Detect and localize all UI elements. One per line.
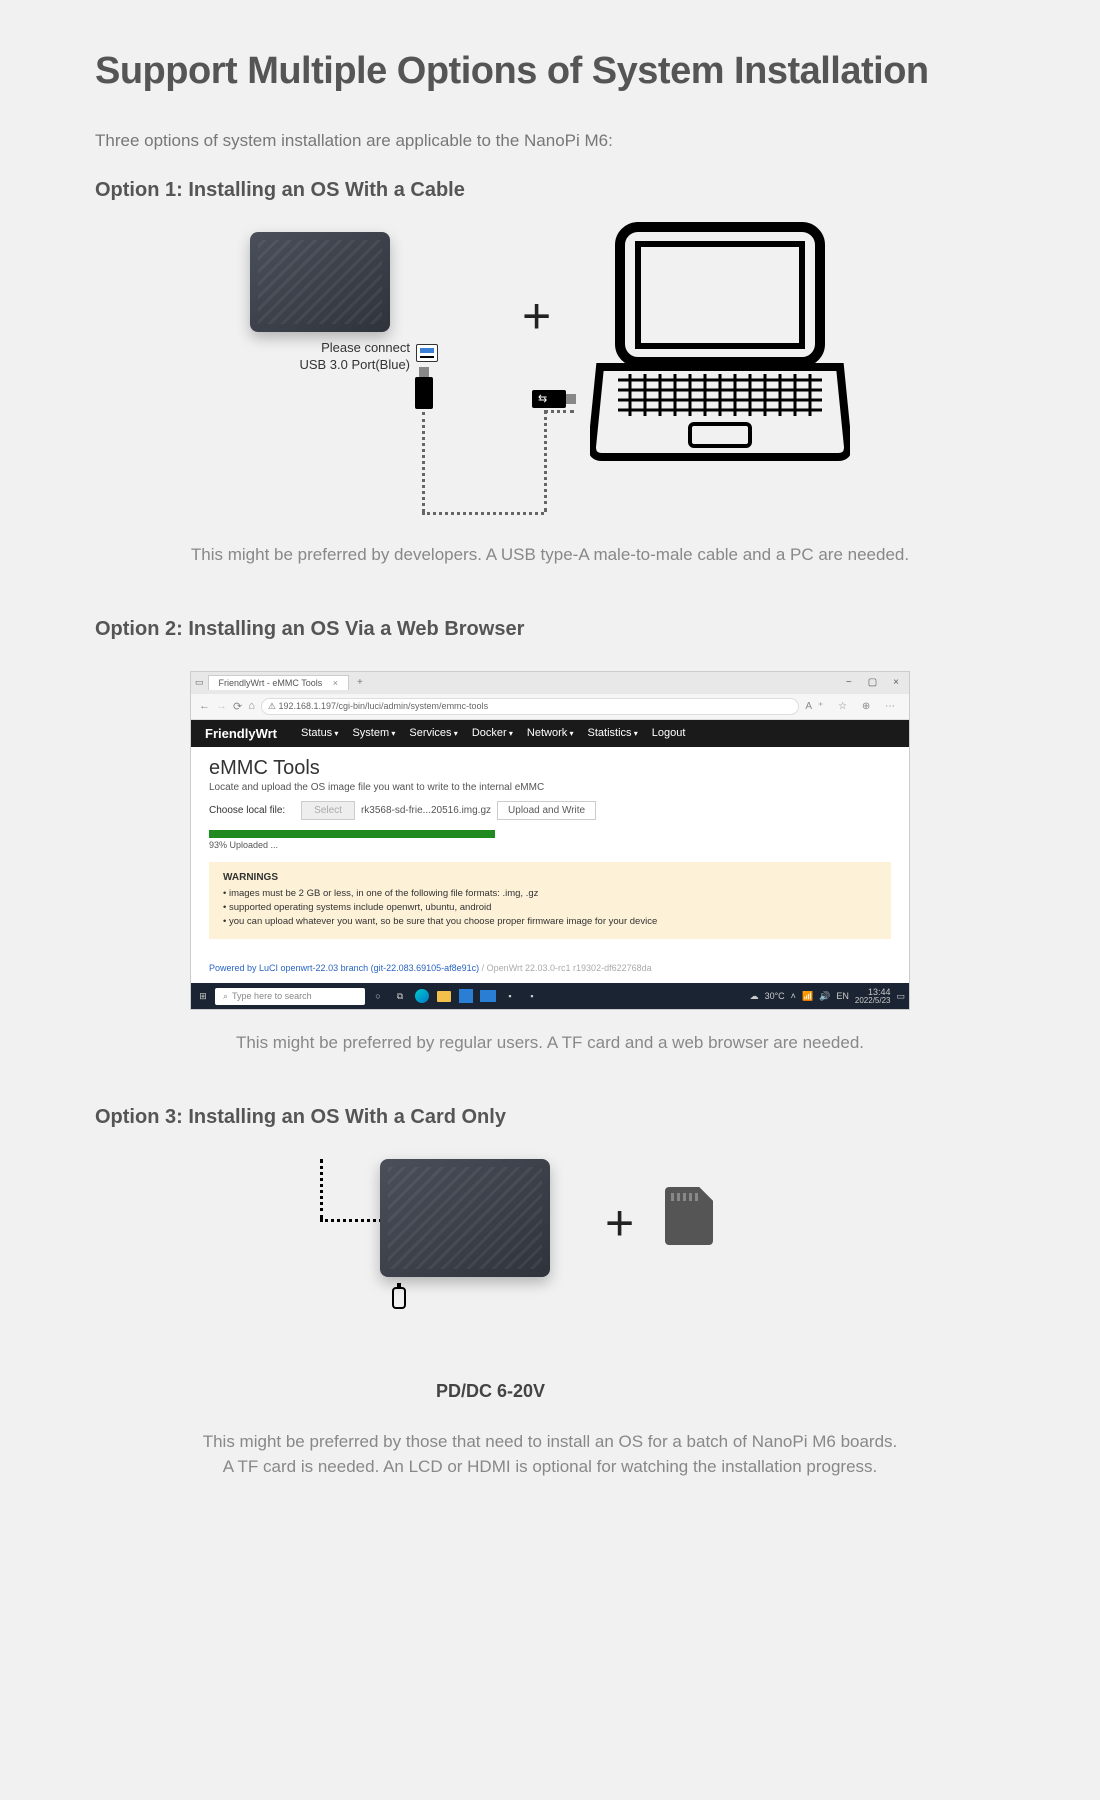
- usb-plug-b-icon: ⇆: [532, 390, 566, 408]
- option3-caption: This might be preferred by those that ne…: [95, 1429, 1005, 1480]
- connect-label: Please connect USB 3.0 Port(Blue): [250, 340, 410, 374]
- browser-window: ▭ FriendlyWrt - eMMC Tools × + − ▢ × ← →…: [190, 671, 910, 1011]
- start-icon[interactable]: ⊞: [195, 991, 211, 1002]
- progress-bar: [209, 830, 891, 838]
- emmc-panel: eMMC Tools Locate and upload the OS imag…: [191, 747, 909, 954]
- nav-services[interactable]: Services: [409, 727, 457, 739]
- close-icon[interactable]: ×: [333, 678, 338, 688]
- mail-icon[interactable]: [479, 987, 497, 1005]
- back-icon[interactable]: ←: [199, 700, 210, 712]
- option2-illustration: ▭ FriendlyWrt - eMMC Tools × + − ▢ × ← →…: [95, 671, 1005, 1011]
- usb-port-icon: [416, 344, 438, 362]
- browser-url-bar: ← → ⟳ ⌂ ⚠ 192.168.1.197/cgi-bin/luci/adm…: [191, 694, 909, 720]
- tab-title: FriendlyWrt - eMMC Tools: [219, 678, 323, 688]
- window-close-icon[interactable]: ×: [887, 677, 905, 688]
- clock[interactable]: 13:44 2022/5/23: [855, 988, 891, 1005]
- browser-action-icons[interactable]: A⁺ ☆ ⊕ ⋯: [805, 701, 901, 712]
- network-icon[interactable]: 📶: [802, 991, 813, 1002]
- tray-chevron-icon[interactable]: ˄: [791, 991, 796, 1001]
- cable-segment: [422, 412, 425, 512]
- tab-icon: ▭: [195, 677, 204, 688]
- plus-icon: +: [522, 287, 551, 345]
- intro-text: Three options of system installation are…: [95, 131, 1005, 151]
- footer: Powered by LuCI openwrt-22.03 branch (gi…: [191, 953, 909, 983]
- nanopi-device-icon: [250, 232, 390, 332]
- option2-heading: Option 2: Installing an OS Via a Web Bro…: [95, 618, 1005, 641]
- footer-grey: / OpenWrt 22.03.0-rc1 r19302-df622768da: [479, 963, 651, 973]
- panel-title: eMMC Tools: [209, 757, 891, 780]
- option3-heading: Option 3: Installing an OS With a Card O…: [95, 1106, 1005, 1129]
- nav-docker[interactable]: Docker: [472, 727, 513, 739]
- nav-network[interactable]: Network: [527, 727, 574, 739]
- panel-subtitle: Locate and upload the OS image file you …: [209, 782, 891, 793]
- select-button[interactable]: Select: [301, 801, 355, 820]
- sound-icon[interactable]: 🔊: [819, 991, 830, 1002]
- search-icon: ⌕: [223, 991, 228, 1002]
- edge-icon[interactable]: [413, 987, 431, 1005]
- plus-icon: +: [605, 1194, 634, 1252]
- option1-heading: Option 1: Installing an OS With a Cable: [95, 179, 1005, 202]
- connect-line1: Please connect: [321, 340, 410, 355]
- nanopi-device-icon: [380, 1159, 550, 1277]
- home-icon[interactable]: ⌂: [248, 700, 255, 712]
- cable-segment: [422, 512, 544, 515]
- footer-link[interactable]: Powered by LuCI openwrt-22.03 branch (gi…: [209, 963, 479, 973]
- nav-status[interactable]: Status: [301, 727, 338, 739]
- warnings-title: WARNINGS: [223, 872, 877, 883]
- date: 2022/5/23: [855, 997, 891, 1005]
- url-field[interactable]: ⚠ 192.168.1.197/cgi-bin/luci/admin/syste…: [261, 698, 799, 715]
- search-placeholder: Type here to search: [232, 991, 312, 1001]
- taskview-icon[interactable]: ⧉: [391, 987, 409, 1005]
- warning-item: supported operating systems include open…: [223, 901, 877, 915]
- cable-segment: [544, 410, 574, 413]
- cable-segment: [544, 410, 547, 512]
- forward-icon[interactable]: →: [216, 700, 227, 712]
- browser-tab[interactable]: FriendlyWrt - eMMC Tools ×: [208, 675, 349, 690]
- nav-statistics[interactable]: Statistics: [588, 727, 638, 739]
- notifications-icon[interactable]: ▭: [896, 991, 905, 1002]
- windows-taskbar: ⊞ ⌕ Type here to search ○ ⧉ ▪ ▪ ☁ 30°C ˄…: [191, 983, 909, 1009]
- weather-text: 30°C: [765, 991, 785, 1001]
- progress-fill: [209, 830, 495, 838]
- warning-item: images must be 2 GB or less, in one of t…: [223, 887, 877, 901]
- app-navbar: FriendlyWrt Status System Services Docke…: [191, 720, 909, 747]
- brand[interactable]: FriendlyWrt: [205, 726, 277, 741]
- explorer-icon[interactable]: [435, 987, 453, 1005]
- option1-caption: This might be preferred by developers. A…: [95, 542, 1005, 568]
- filename-text: rk3568-sd-frie...20516.img.gz: [361, 805, 491, 816]
- window-max-icon[interactable]: ▢: [862, 677, 883, 688]
- laptop-icon: [590, 222, 850, 467]
- page-title: Support Multiple Options of System Insta…: [95, 50, 1005, 93]
- pd-voltage-label: PD/DC 6-20V: [436, 1381, 545, 1402]
- connect-line2: USB 3.0 Port(Blue): [299, 357, 410, 372]
- nav-system[interactable]: System: [352, 727, 395, 739]
- app-icon[interactable]: ▪: [523, 987, 541, 1005]
- app-icon[interactable]: ▪: [501, 987, 519, 1005]
- taskbar-search[interactable]: ⌕ Type here to search: [215, 988, 365, 1005]
- upload-write-button[interactable]: Upload and Write: [497, 801, 596, 820]
- choose-file-label: Choose local file:: [209, 805, 285, 816]
- insecure-icon: ⚠: [268, 701, 276, 711]
- weather-icon[interactable]: ☁: [750, 991, 759, 1002]
- usbc-plug-icon: [392, 1287, 406, 1309]
- warnings-box: WARNINGS images must be 2 GB or less, in…: [209, 862, 891, 940]
- progress-text: 93% Uploaded ...: [209, 840, 891, 850]
- warning-item: you can upload whatever you want, so be …: [223, 915, 877, 929]
- url-text: 192.168.1.197/cgi-bin/luci/admin/system/…: [278, 701, 488, 711]
- store-icon[interactable]: [457, 987, 475, 1005]
- lang-indicator[interactable]: EN: [836, 991, 849, 1001]
- cable-segment: [320, 1159, 323, 1219]
- option2-caption: This might be preferred by regular users…: [95, 1030, 1005, 1056]
- window-min-icon[interactable]: −: [840, 677, 858, 688]
- nav-logout[interactable]: Logout: [652, 727, 686, 739]
- usb-plug-a-icon: [415, 377, 433, 409]
- refresh-icon[interactable]: ⟳: [233, 700, 242, 713]
- option3-illustration: + PD/DC 6-20V: [95, 1159, 1005, 1409]
- cortana-icon[interactable]: ○: [369, 987, 387, 1005]
- option1-illustration: Please connect USB 3.0 Port(Blue) ⇆ +: [95, 232, 1005, 522]
- new-tab-icon[interactable]: +: [353, 677, 367, 688]
- browser-tab-strip: ▭ FriendlyWrt - eMMC Tools × + − ▢ ×: [191, 672, 909, 694]
- sd-card-icon: [665, 1187, 713, 1245]
